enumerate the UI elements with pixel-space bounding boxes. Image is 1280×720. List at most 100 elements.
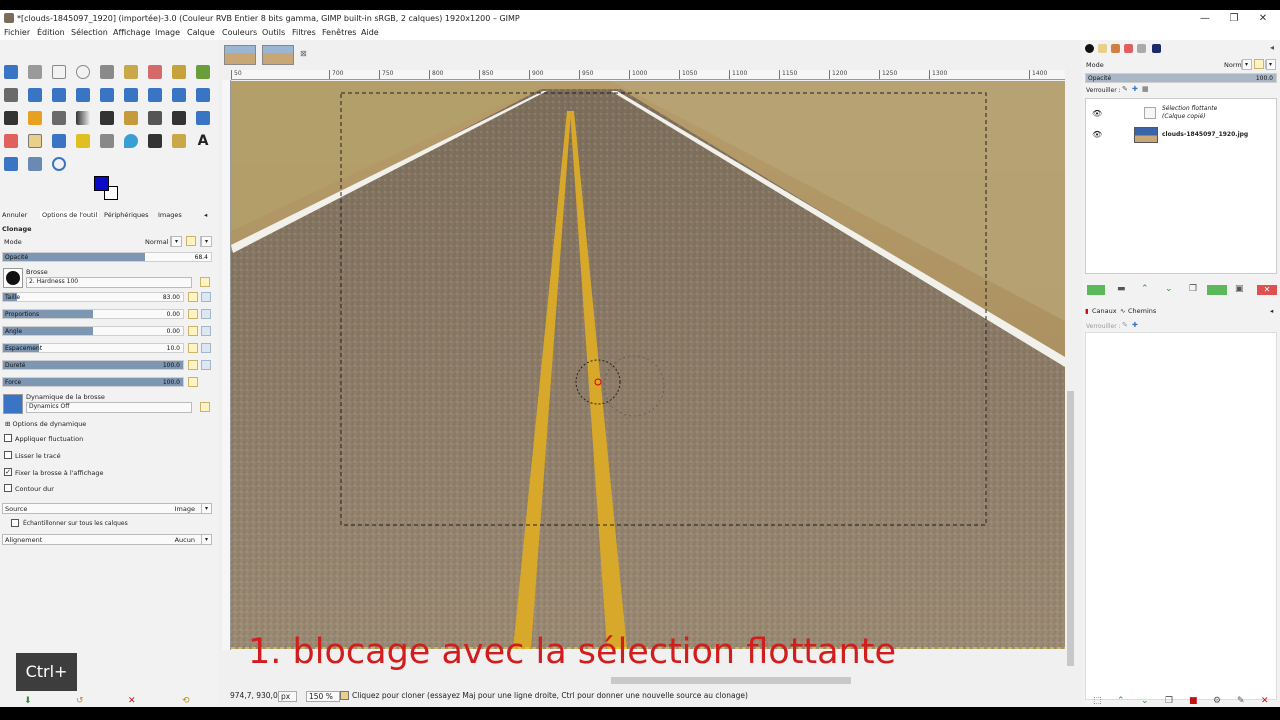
tab-images[interactable]: Images (158, 211, 182, 219)
channels-list[interactable] (1085, 332, 1277, 700)
checkbox-fixer-brosse[interactable]: ✓ (4, 468, 12, 476)
dock-menu-right-icon[interactable]: ◂ (1270, 43, 1274, 52)
horizontal-ruler[interactable]: 50 700 750 800 850 900 950 1000 1050 1100 1150 1200… (231, 70, 1065, 80)
layer-mode-reset-icon[interactable] (1254, 59, 1264, 69)
delete-layer-icon[interactable]: ✕ (1257, 285, 1277, 295)
image-thumbnail-2[interactable] (262, 45, 294, 65)
checkbox-sample-all[interactable] (11, 519, 19, 527)
brush-preview[interactable] (3, 268, 23, 288)
bucket-fill-icon[interactable] (28, 111, 42, 125)
slider-reset-icon[interactable] (188, 360, 198, 370)
menu-fichier[interactable]: Fichier (4, 28, 30, 37)
menu-outils[interactable]: Outils (262, 28, 285, 37)
channel-raise-icon[interactable]: ⌃ (1117, 696, 1125, 706)
rotate-icon[interactable] (52, 88, 66, 102)
brush-edit-icon[interactable] (200, 277, 210, 287)
slider-4[interactable]: Dureté 100.0 (2, 360, 184, 370)
mode-reset-icon[interactable] (186, 236, 196, 246)
visibility-eye-icon[interactable]: 👁 (1092, 109, 1102, 118)
alignment-dropdown[interactable]: Alignement Aucun ▾ (2, 534, 212, 545)
cage-icon[interactable] (172, 88, 186, 102)
mode-extra-dropdown[interactable]: ▾ (200, 236, 212, 247)
lock-pixels-icon[interactable]: ✎ (1122, 85, 1128, 93)
new-group-icon[interactable]: ▬ (1117, 284, 1126, 294)
anchor-layer-icon[interactable] (1207, 285, 1227, 295)
dynamics-options-expander[interactable]: ⊞ Options de dynamique (5, 420, 86, 428)
image-canvas[interactable] (231, 81, 1065, 649)
scissors-icon[interactable] (172, 65, 186, 79)
close-button[interactable]: ✕ (1248, 12, 1278, 25)
paths-icon[interactable] (4, 88, 18, 102)
reset-options-icon[interactable]: ⟲ (182, 696, 190, 706)
layer-name-floating[interactable]: Sélection flottante (1162, 105, 1217, 112)
foreground-color-swatch[interactable] (94, 176, 109, 191)
dock-menu-icon[interactable]: ◂ (204, 211, 207, 219)
visibility-eye-icon[interactable]: 👁 (1092, 130, 1102, 139)
layers-tab-icon[interactable] (1152, 44, 1161, 53)
perspective-icon[interactable] (124, 88, 138, 102)
layer-mode-dropdown[interactable]: ▾ (1241, 59, 1252, 70)
slider-reset-icon[interactable] (188, 377, 198, 387)
save-options-icon[interactable]: ⬇ (24, 696, 32, 706)
image-thumbnail-1[interactable] (224, 45, 256, 65)
tab-chemins[interactable]: Chemins (1128, 307, 1156, 315)
shear-icon[interactable] (100, 88, 114, 102)
channel-settings-icon[interactable]: ⚙ (1213, 696, 1221, 706)
duplicate-layer-icon[interactable]: ❐ (1189, 284, 1197, 294)
warp-icon[interactable] (196, 88, 210, 102)
perspective-clone-icon[interactable] (52, 134, 66, 148)
documents-tab-icon[interactable] (1137, 44, 1146, 53)
menu-filtres[interactable]: Filtres (292, 28, 316, 37)
menu-fenetres[interactable]: Fenêtres (322, 28, 356, 37)
rect-select-icon[interactable] (52, 65, 66, 79)
dodge-burn-icon[interactable] (148, 134, 162, 148)
layer-name-clouds[interactable]: clouds-1845097_1920.jpg (1162, 131, 1248, 138)
raise-layer-icon[interactable]: ⌃ (1141, 284, 1149, 294)
dynamics-preview-icon[interactable] (3, 394, 23, 414)
vertical-scrollbar[interactable] (1066, 81, 1075, 676)
tab-annuler[interactable]: Annuler (2, 211, 27, 219)
gradient-icon[interactable] (76, 111, 90, 125)
vertical-scroll-thumb[interactable] (1067, 391, 1074, 666)
slider-link-icon[interactable] (201, 360, 211, 370)
pencil-icon[interactable] (100, 111, 114, 125)
foreground-select-icon[interactable] (196, 65, 210, 79)
lock-alpha-icon[interactable]: ▦ (1142, 85, 1149, 93)
patterns-tab-icon[interactable] (1098, 44, 1107, 53)
channel-new-icon[interactable]: ⬚ (1093, 696, 1102, 706)
menu-couleurs[interactable]: Couleurs (222, 28, 257, 37)
smudge-icon[interactable] (100, 134, 114, 148)
minimize-button[interactable]: — (1190, 12, 1220, 25)
vertical-ruler[interactable] (222, 80, 231, 650)
maximize-button[interactable]: ❐ (1219, 12, 1249, 25)
mode-value[interactable]: Normal (145, 238, 169, 246)
color-picker-icon[interactable] (4, 157, 18, 171)
paintbrush-icon[interactable] (124, 111, 138, 125)
close-image-icon[interactable]: ⊠ (300, 49, 307, 58)
brush-field[interactable]: 2. Hardness 100 (26, 277, 192, 288)
new-layer-icon[interactable] (1087, 285, 1105, 295)
checkbox-fluctuation[interactable] (4, 434, 12, 442)
source-dropdown[interactable]: Source Image ▾ (2, 503, 212, 514)
crop-icon[interactable] (28, 88, 42, 102)
menu-edition[interactable]: Édition (37, 28, 65, 37)
dynamics-field[interactable]: Dynamics Off (26, 402, 192, 413)
measure-icon[interactable] (172, 134, 186, 148)
airbrush-icon[interactable] (148, 111, 162, 125)
slider-reset-icon[interactable] (188, 343, 198, 353)
tab-options-outil[interactable]: Options de l'outil (40, 211, 100, 219)
blur-icon[interactable] (124, 134, 138, 148)
checkbox-contour[interactable] (4, 484, 12, 492)
eraser-icon[interactable] (4, 134, 18, 148)
scale-icon[interactable] (76, 88, 90, 102)
color-select-icon[interactable] (148, 65, 162, 79)
channels-lock-position-icon[interactable]: ✚ (1132, 321, 1138, 329)
layer-row-clouds[interactable]: 👁 clouds-1845097_1920.jpg (1086, 125, 1276, 145)
flip-icon[interactable] (148, 88, 162, 102)
lasso-icon[interactable] (100, 65, 114, 79)
lock-position-icon[interactable]: ✚ (1132, 85, 1138, 93)
magnify-icon[interactable] (52, 157, 66, 171)
lower-layer-icon[interactable]: ⌄ (1165, 284, 1173, 294)
menu-affichage[interactable]: Affichage (113, 28, 151, 37)
tab-peripheriques[interactable]: Périphériques (104, 211, 149, 219)
